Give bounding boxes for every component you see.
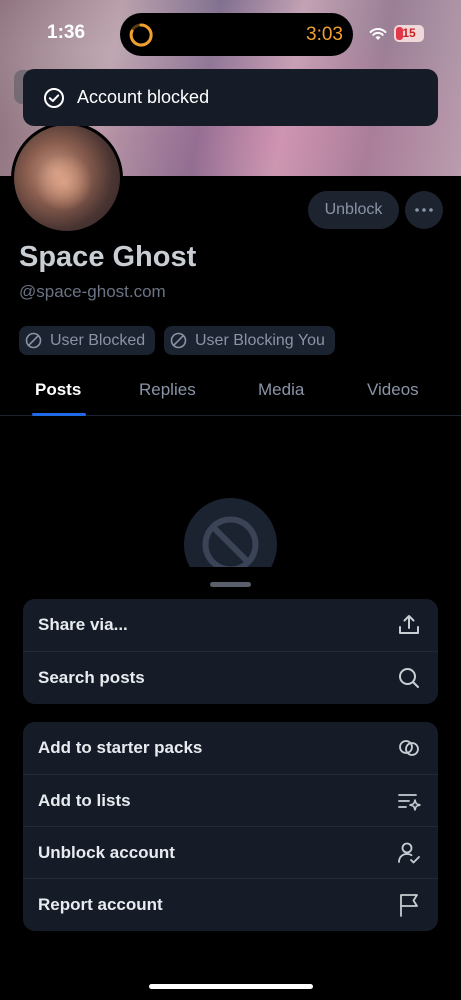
avatar[interactable] bbox=[11, 122, 123, 234]
menu-group-account: Add to starter packs Add to lists Unbloc… bbox=[23, 722, 438, 931]
menu-item-label: Search posts bbox=[38, 667, 145, 687]
profile-tabs: Posts Replies Media Videos bbox=[0, 370, 461, 416]
menu-item-label: Unblock account bbox=[38, 842, 175, 862]
flag-icon bbox=[400, 894, 418, 917]
active-tab-indicator bbox=[32, 413, 86, 416]
user-blocking-you-pill: User Blocking You bbox=[164, 326, 335, 355]
menu-item-search-posts[interactable]: Search posts bbox=[23, 651, 438, 703]
person-check-icon bbox=[398, 842, 420, 864]
dynamic-island: 3:03 bbox=[120, 13, 353, 56]
menu-group-primary: Share via... Search posts bbox=[23, 599, 438, 704]
user-blocked-pill: User Blocked bbox=[19, 326, 156, 355]
tab-videos[interactable]: Videos bbox=[367, 380, 419, 400]
timer-text: 3:03 bbox=[306, 24, 343, 45]
menu-item-add-starter-packs[interactable]: Add to starter packs bbox=[23, 722, 438, 774]
menu-item-label: Add to lists bbox=[38, 790, 131, 810]
list-add-icon bbox=[398, 794, 421, 811]
menu-item-share[interactable]: Share via... bbox=[23, 599, 438, 651]
menu-item-add-to-lists[interactable]: Add to lists bbox=[23, 774, 438, 826]
unblock-button[interactable]: Unblock bbox=[308, 191, 399, 229]
profile-handle: @space-ghost.com bbox=[19, 282, 166, 301]
menu-item-report-account[interactable]: Report account bbox=[23, 878, 438, 930]
tab-media[interactable]: Media bbox=[258, 380, 304, 400]
tab-replies[interactable]: Replies bbox=[139, 380, 196, 400]
toast-notification: Account blocked bbox=[23, 69, 438, 126]
menu-item-label: Report account bbox=[38, 894, 163, 914]
status-time: 1:36 bbox=[47, 22, 86, 43]
timer-icon bbox=[129, 23, 153, 47]
search-icon bbox=[399, 668, 419, 688]
starter-pack-icon bbox=[399, 740, 419, 756]
battery-icon: 15 bbox=[394, 25, 424, 42]
sheet-grabber[interactable] bbox=[210, 582, 251, 587]
home-indicator[interactable] bbox=[149, 984, 313, 989]
tab-posts[interactable]: Posts bbox=[35, 380, 81, 400]
menu-item-label: Add to starter packs bbox=[38, 738, 203, 757]
status-bar: 1:36 3:03 15 bbox=[0, 0, 461, 60]
more-options-button[interactable] bbox=[405, 191, 443, 229]
menu-item-unblock-account[interactable]: Unblock account bbox=[23, 826, 438, 878]
ellipsis-icon bbox=[415, 208, 433, 212]
profile-name: Space Ghost bbox=[19, 241, 197, 273]
toast-text: Account blocked bbox=[77, 87, 210, 107]
check-circle-icon bbox=[44, 87, 64, 108]
menu-item-label: Share via... bbox=[38, 615, 128, 634]
ban-icon bbox=[25, 332, 42, 349]
pill-label: User Blocking You bbox=[195, 331, 325, 349]
wifi-icon bbox=[369, 28, 387, 40]
battery-level: 15 bbox=[402, 26, 416, 40]
pill-label: User Blocked bbox=[50, 331, 146, 349]
share-icon bbox=[399, 615, 419, 634]
ban-icon bbox=[170, 332, 187, 349]
